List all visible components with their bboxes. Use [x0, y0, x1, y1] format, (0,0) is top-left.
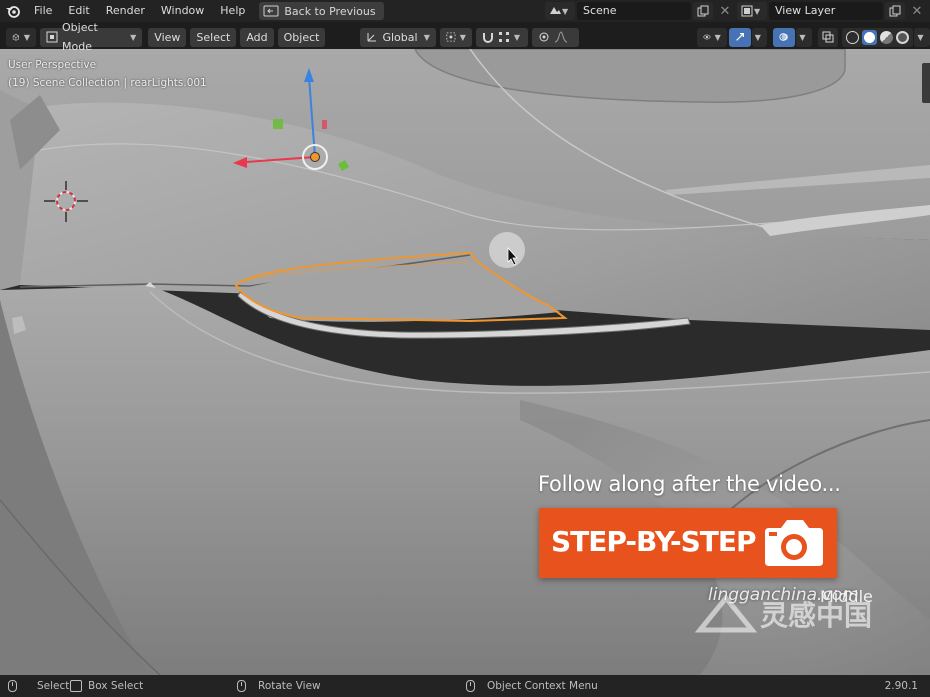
duplicate-icon	[889, 5, 901, 17]
object-menu-button[interactable]: Object	[277, 27, 326, 47]
camera-icon	[765, 520, 823, 566]
xray-icon	[822, 31, 834, 43]
gizmo-icon	[736, 33, 744, 41]
magnet-icon	[482, 33, 493, 43]
blender-logo-icon[interactable]	[0, 0, 26, 22]
top-menu-bar: File Edit Render Window Help Back to Pre…	[0, 0, 930, 22]
orientation-axes-icon	[367, 33, 377, 42]
brand-text: Middle	[820, 587, 873, 606]
shading-options-dropdown[interactable]: ▼	[914, 27, 930, 47]
chevron-down-icon: ▼	[799, 32, 806, 42]
object-mode-label: Object Mode	[62, 21, 98, 53]
chevron-down-icon: ▼	[562, 6, 569, 16]
eye-icon	[703, 34, 711, 40]
screen-back-icon	[263, 5, 279, 17]
chevron-down-icon: ▼	[423, 32, 430, 42]
navigation-gizmo-strip[interactable]	[922, 63, 930, 103]
close-scene-icon[interactable]: ✕	[715, 4, 735, 19]
wireframe-shading-icon[interactable]	[846, 30, 859, 44]
viewport-collection-label: (19) Scene Collection | rearLights.001	[8, 77, 207, 89]
status-box-select-hint: Box Select	[70, 675, 143, 697]
view-layer-browse-button[interactable]: ▼	[737, 2, 767, 20]
viewport-shading-group	[842, 27, 914, 47]
object-mode-icon	[46, 31, 58, 43]
menu-window[interactable]: Window	[153, 0, 212, 22]
right-mouse-icon	[466, 680, 475, 692]
add-menu-button[interactable]: Add	[240, 27, 274, 47]
menu-file[interactable]: File	[26, 0, 60, 22]
viewport-perspective-label: User Perspective	[8, 59, 97, 71]
scene-selector: ▼ Scene ✕	[545, 2, 735, 20]
chevron-down-icon: ▼	[754, 6, 761, 16]
left-mouse-icon	[8, 680, 17, 692]
solid-shading-icon[interactable]	[862, 29, 877, 45]
status-context-menu-label: Object Context Menu	[487, 680, 598, 692]
pivot-point-icon	[446, 32, 456, 42]
object-mode-dropdown[interactable]: Object Mode ▼	[40, 21, 143, 53]
show-overlays-toggle[interactable]	[773, 27, 796, 47]
chevron-down-icon: ▼	[754, 32, 761, 42]
rendered-shading-icon[interactable]	[896, 30, 909, 44]
promo-title: Follow along after the video...	[538, 472, 841, 496]
scene-icon	[550, 7, 561, 14]
material-preview-shading-icon[interactable]	[880, 30, 893, 44]
viewport-header: ▼ Object Mode ▼ View Select Add Object G…	[0, 21, 930, 53]
car-model-render: 灵感中国	[0, 49, 930, 675]
proportional-editing-toggle[interactable]	[532, 27, 579, 47]
version-label: 2.90.1	[884, 680, 918, 692]
view-layer-selector: ▼ View Layer ✕	[737, 2, 927, 20]
status-bar: Select Box Select Rotate View Object Con…	[0, 675, 930, 697]
gizmo-options-dropdown[interactable]: ▼	[751, 27, 768, 47]
transform-orientation-dropdown[interactable]: Global ▼	[360, 27, 436, 47]
overlays-options-dropdown[interactable]: ▼	[796, 27, 812, 47]
3d-viewport-icon	[12, 33, 20, 41]
select-menu-button[interactable]: Select	[190, 27, 237, 47]
close-view-layer-icon[interactable]: ✕	[907, 4, 927, 19]
editor-type-button[interactable]: ▼	[6, 27, 36, 47]
proportional-editing-icon	[539, 32, 549, 42]
copy-view-layer-button[interactable]	[885, 2, 905, 20]
show-gizmo-toggle[interactable]	[728, 27, 751, 47]
overlays-icon	[779, 33, 789, 41]
status-rotate-view-label: Rotate View	[258, 680, 321, 692]
scene-browse-button[interactable]: ▼	[545, 2, 575, 20]
scene-name-field[interactable]: Scene	[577, 2, 691, 20]
object-visibility-dropdown[interactable]: ▼	[696, 27, 727, 47]
xray-toggle[interactable]	[818, 27, 838, 47]
status-rotate-view-hint: Rotate View	[237, 675, 321, 697]
menu-help[interactable]: Help	[212, 0, 253, 22]
snapping-dropdown[interactable]: ▼	[475, 27, 529, 47]
keyboard-modifier-icon	[70, 680, 82, 692]
view-layer-name-field[interactable]: View Layer	[769, 2, 883, 20]
chevron-down-icon: ▼	[459, 32, 466, 42]
mouse-cursor-icon	[489, 232, 525, 268]
transform-orientation-label: Global	[382, 30, 418, 44]
status-select-hint: Select	[8, 675, 69, 697]
back-to-previous-button[interactable]: Back to Previous	[259, 2, 384, 20]
step-by-step-banner: STEP-BY-STEP	[539, 508, 837, 578]
step-by-step-label: STEP-BY-STEP	[551, 525, 757, 558]
chevron-down-icon: ▼	[714, 32, 721, 42]
view-layer-icon	[741, 5, 753, 17]
chevron-down-icon: ▼	[513, 32, 521, 42]
back-to-previous-label: Back to Previous	[284, 4, 376, 18]
status-select-label: Select	[37, 680, 70, 692]
middle-mouse-icon	[237, 680, 246, 692]
copy-scene-button[interactable]	[693, 2, 713, 20]
view-menu-button[interactable]: View	[148, 27, 187, 47]
snap-grid-icon	[498, 32, 509, 42]
chevron-down-icon: ▼	[130, 32, 137, 42]
chevron-down-icon: ▼	[917, 32, 924, 42]
3d-viewport[interactable]: 灵感中国 User Perspective (19) Scene Collect…	[0, 49, 930, 675]
pivot-point-dropdown[interactable]: ▼	[439, 27, 472, 47]
status-box-select-label: Box Select	[88, 680, 144, 692]
falloff-curve-icon	[555, 31, 568, 43]
duplicate-icon	[697, 5, 709, 17]
chevron-down-icon: ▼	[23, 32, 30, 42]
status-context-menu-hint: Object Context Menu	[466, 675, 598, 697]
